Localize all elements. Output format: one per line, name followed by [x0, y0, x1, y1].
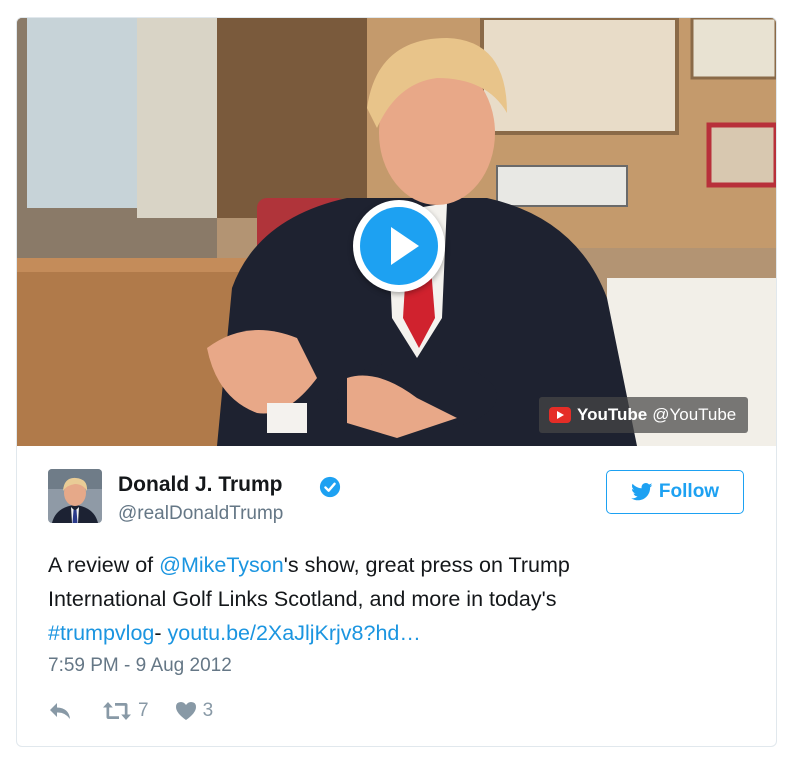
reply-button[interactable]	[48, 701, 72, 721]
video-thumbnail[interactable]: YouTube @YouTube	[17, 18, 776, 446]
hashtag-link[interactable]: #trumpvlog	[48, 621, 154, 645]
tweet-timestamp[interactable]: 7:59 PM - 9 Aug 2012	[48, 655, 232, 677]
like-button[interactable]: 3	[175, 700, 214, 722]
youtube-attribution[interactable]: YouTube @YouTube	[539, 397, 749, 433]
tweet-text-line-1: A review of @MikeTyson's show, great pre…	[48, 548, 748, 582]
youtube-handle: @YouTube	[652, 405, 737, 424]
tweet-text: A review of @MikeTyson's show, great pre…	[48, 548, 748, 650]
retweet-icon	[103, 702, 131, 720]
avatar-image	[48, 469, 102, 523]
verified-icon	[319, 476, 341, 498]
avatar[interactable]	[48, 469, 102, 523]
text-segment: A review of	[48, 553, 160, 577]
follow-button[interactable]: Follow	[606, 470, 744, 514]
twitter-bird-icon	[631, 483, 653, 501]
mention-link[interactable]: @MikeTyson	[159, 553, 284, 577]
reply-icon	[50, 703, 70, 719]
play-button[interactable]	[353, 200, 445, 292]
heart-icon	[175, 702, 196, 720]
url-link[interactable]: youtu.be/2XaJljKrjv8?hd…	[168, 621, 421, 645]
youtube-icon	[549, 407, 571, 423]
like-count: 3	[202, 700, 214, 721]
tweet-card: YouTube @YouTube Donald J. Trump @realDo…	[16, 17, 777, 747]
tweet-text-line-3: #trumpvlog- youtu.be/2XaJljKrjv8?hd…	[48, 616, 748, 650]
text-segment: -	[154, 621, 168, 645]
author-name[interactable]: Donald J. Trump	[118, 473, 283, 497]
play-icon	[360, 207, 438, 285]
author-handle[interactable]: @realDonaldTrump	[118, 503, 283, 525]
youtube-provider: YouTube	[577, 405, 648, 424]
text-segment: 's show, great press on Trump	[283, 553, 570, 577]
tweet-text-line-2: International Golf Links Scotland, and m…	[48, 587, 557, 611]
tweet-actions: 7 3	[48, 698, 213, 724]
retweet-button[interactable]: 7	[102, 700, 149, 722]
retweet-count: 7	[138, 700, 149, 721]
follow-label: Follow	[658, 481, 720, 502]
